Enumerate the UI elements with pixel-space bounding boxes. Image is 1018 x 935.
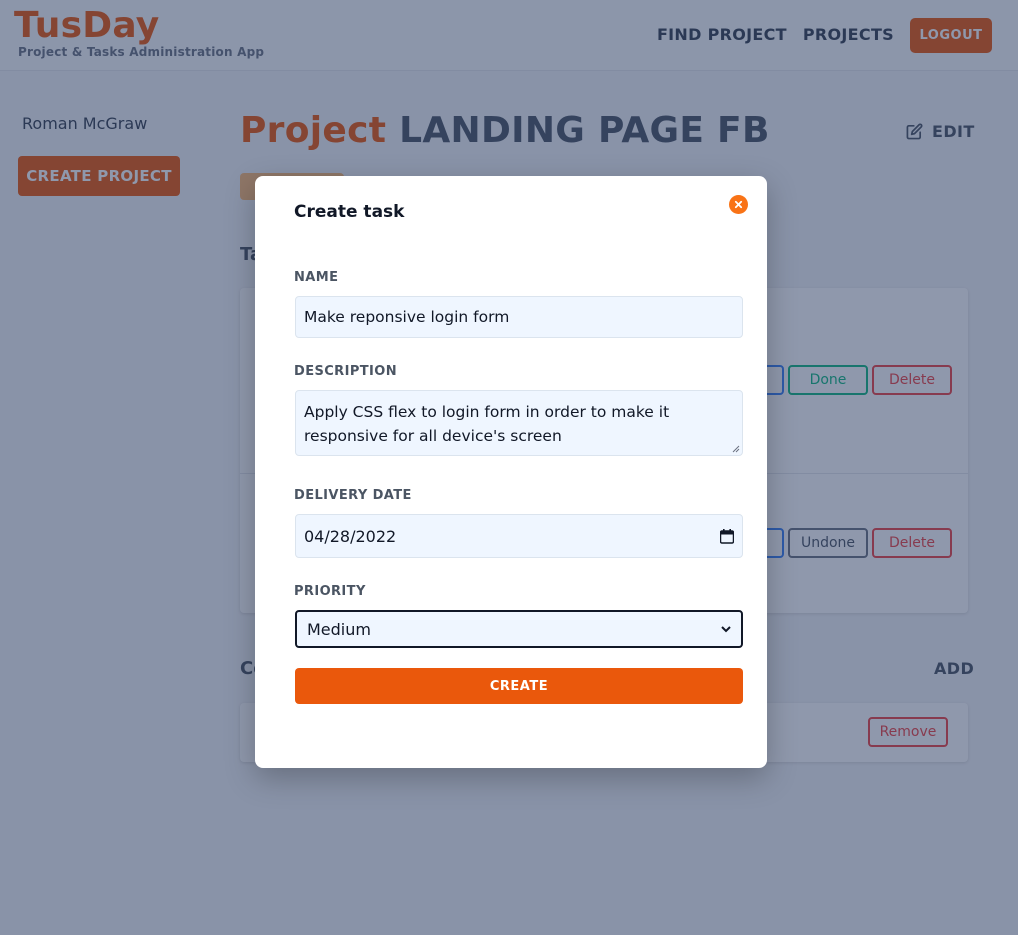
- delivery-date-input[interactable]: 04/28/2022: [295, 514, 743, 558]
- task-description-value: Apply CSS flex to login form in order to…: [304, 403, 670, 445]
- task-name-value: Make reponsive login form: [304, 308, 510, 326]
- resize-grip-icon[interactable]: [732, 445, 740, 453]
- name-field-label: NAME: [294, 270, 339, 285]
- description-field-label: DESCRIPTION: [294, 364, 397, 379]
- priority-select[interactable]: Medium: [295, 610, 743, 648]
- task-description-textarea[interactable]: Apply CSS flex to login form in order to…: [295, 390, 743, 456]
- modal-title: Create task: [294, 202, 405, 222]
- close-button[interactable]: [729, 195, 748, 214]
- task-name-input[interactable]: Make reponsive login form: [295, 296, 743, 338]
- delivery-date-value: 04/28/2022: [304, 526, 397, 546]
- priority-selected-value: Medium: [307, 619, 371, 639]
- create-task-modal: Create task NAME Make reponsive login fo…: [255, 176, 767, 768]
- create-task-button[interactable]: CREATE: [295, 668, 743, 704]
- delivery-date-field-label: DELIVERY DATE: [294, 488, 412, 503]
- calendar-icon[interactable]: [720, 528, 734, 544]
- chevron-down-icon: [721, 625, 731, 632]
- close-icon: [734, 200, 743, 209]
- priority-field-label: PRIORITY: [294, 584, 366, 599]
